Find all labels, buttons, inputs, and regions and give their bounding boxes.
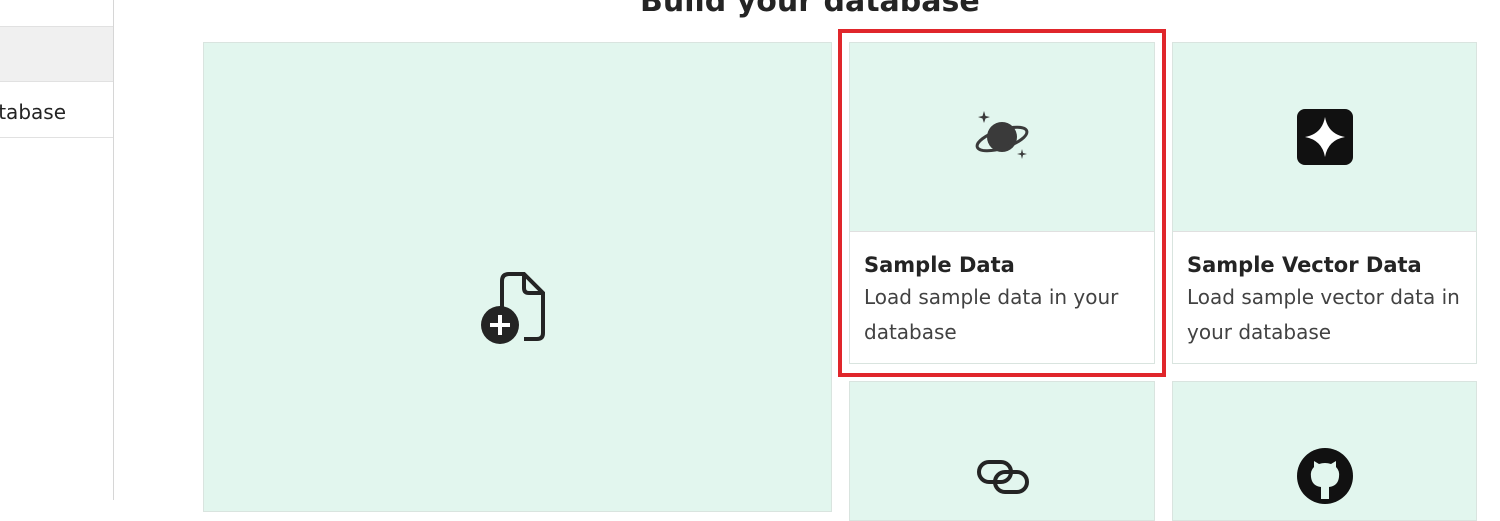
card-body: Sample Vector Data Load sample vector da… — [1173, 231, 1476, 363]
page-title: Build your database — [640, 0, 980, 19]
sparkle-icon — [1296, 109, 1353, 165]
sidebar-item-selected[interactable] — [0, 26, 113, 82]
sidebar-item-database[interactable]: tabase — [0, 82, 113, 138]
card-icon-area — [1173, 43, 1476, 231]
card-icon-area — [850, 43, 1154, 231]
sidebar-item-label: tabase — [0, 100, 66, 124]
github-icon — [1297, 448, 1353, 504]
document-add-icon — [481, 272, 545, 344]
new-file-card[interactable] — [203, 42, 832, 512]
card-title: Sample Vector Data — [1187, 253, 1422, 277]
sidebar: tabase — [0, 0, 114, 500]
card-body: Sample Data Load sample data in your dat… — [850, 231, 1154, 363]
planet-icon — [975, 111, 1029, 159]
card-description: Load sample data in your database — [864, 285, 1119, 344]
github-card[interactable] — [1172, 381, 1477, 521]
sample-vector-data-card[interactable]: Sample Vector Data Load sample vector da… — [1172, 42, 1477, 364]
card-title: Sample Data — [864, 253, 1015, 277]
link-card[interactable] — [849, 381, 1155, 521]
sample-data-card[interactable]: Sample Data Load sample data in your dat… — [849, 42, 1155, 364]
card-description: Load sample vector data in your database — [1187, 285, 1460, 344]
link-icon — [977, 460, 1029, 494]
